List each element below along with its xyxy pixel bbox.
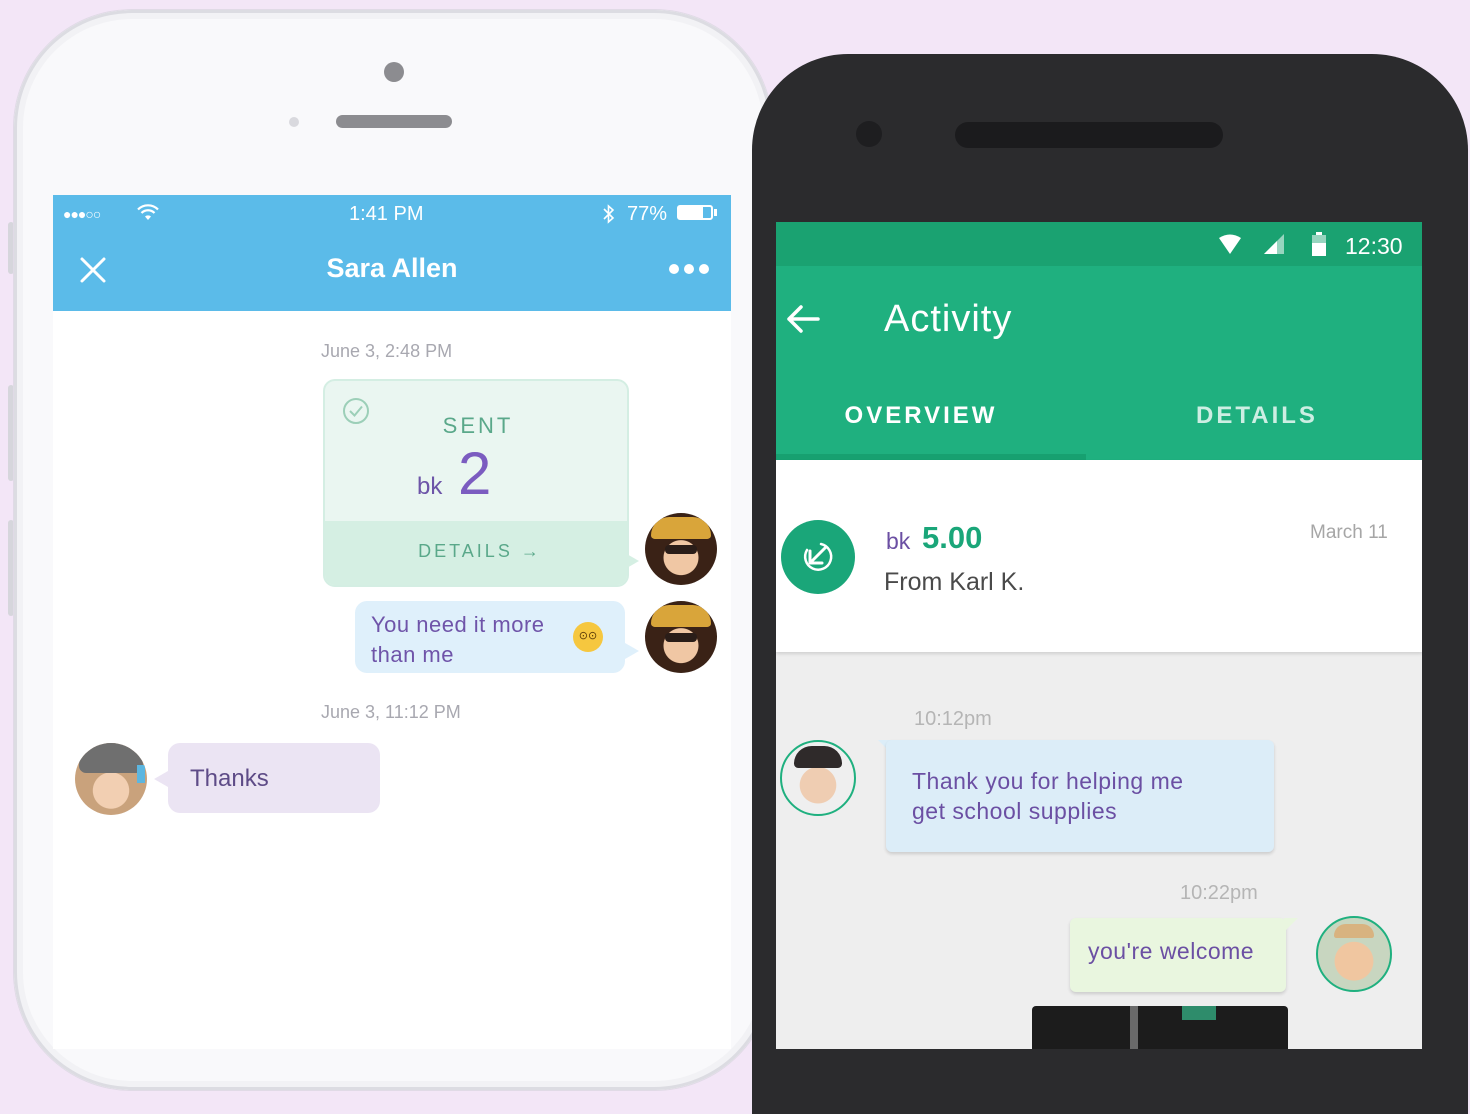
activity-title: Activity (884, 298, 1013, 340)
chat-timestamp: 10:22pm (1180, 882, 1258, 904)
android-camera (856, 121, 882, 147)
chat-bubble-sent: you're welcome (1070, 918, 1286, 992)
ios-battery-percent: 77% (627, 203, 668, 225)
sent-card-tail (625, 553, 639, 569)
reply-text: Thanks (190, 765, 269, 792)
ios-signal-indicator: ●●●○○ (63, 206, 101, 222)
android-app-bar: Activity OVERVIEW DETAILS (776, 266, 1422, 460)
sent-payment-card[interactable]: SENT bk 2 DETAILS → (323, 379, 629, 587)
android-activity-screen: 12:30 Activity OVERVIEW DETAILS bk 5.00 … (776, 222, 1422, 1049)
message-bubble: You need it more than me ⊙⊙ (355, 601, 625, 673)
sent-amount: 2 (458, 440, 492, 507)
tab-overview[interactable]: OVERVIEW (776, 402, 1066, 430)
iphone-camera (384, 62, 404, 82)
battery-icon (1312, 232, 1326, 256)
transaction-card[interactable]: bk 5.00 From Karl K. March 11 (776, 460, 1422, 652)
tab-details[interactable]: DETAILS (1112, 402, 1402, 430)
android-speaker (955, 122, 1223, 148)
battery-tip (714, 209, 717, 216)
cell-signal-icon (1264, 234, 1284, 254)
ios-chat-screen: ●●●○○ 1:41 PM 77% Sara Allen June 3, 2:4… (53, 195, 731, 1049)
android-status-time: 12:30 (1345, 233, 1403, 259)
chat-bubble-received: Thank you for helping me get school supp… (886, 740, 1274, 852)
transaction-from: From Karl K. (884, 568, 1025, 596)
message-text-line2: than me (371, 642, 454, 667)
details-link[interactable]: DETAILS → (325, 541, 627, 562)
chat-text-line1: Thank you for helping me (912, 768, 1184, 794)
photo-attachment[interactable] (1032, 1006, 1288, 1049)
avatar-recipient (75, 743, 147, 815)
message-text-line1: You need it more (371, 612, 545, 637)
battery-icon (677, 205, 713, 220)
reply-bubble: Thanks (168, 743, 380, 813)
chat-sent-text: you're welcome (1088, 938, 1255, 964)
transaction-amount: 5.00 (922, 520, 983, 555)
sent-status-label: SENT (442, 413, 514, 438)
wifi-icon (1219, 234, 1241, 254)
iphone-speaker (336, 115, 452, 128)
bluetooth-icon (603, 204, 615, 224)
received-payment-icon (781, 520, 855, 594)
arrow-down-left-icon (803, 542, 833, 571)
flushed-emoji-icon: ⊙⊙ (573, 622, 603, 652)
avatar-sender (645, 513, 717, 585)
chat-sent-tail (1284, 918, 1298, 932)
chat-timestamp: 10:12pm (914, 708, 992, 730)
reply-bubble-tail (154, 771, 168, 787)
avatar-karl (780, 740, 856, 816)
message-timestamp: June 3, 2:48 PM (321, 341, 453, 361)
currency-label: bk (417, 473, 443, 500)
wifi-icon (137, 204, 159, 220)
more-dots-icon[interactable] (668, 263, 710, 275)
sent-card-footer: DETAILS → (325, 521, 627, 585)
back-arrow-icon[interactable] (786, 304, 820, 334)
chat-contact-name: Sara Allen (326, 253, 458, 283)
message-bubble-tail (625, 643, 639, 659)
avatar-user (1316, 916, 1392, 992)
transaction-currency: bk (886, 528, 911, 554)
message-timestamp: June 3, 11:12 PM (321, 702, 461, 722)
iphone-sensor (289, 117, 299, 127)
avatar-sender (645, 601, 717, 673)
chat-text-line2: get school supplies (912, 798, 1118, 824)
android-status-bar: 12:30 (776, 222, 1422, 266)
ios-header: ●●●○○ 1:41 PM 77% Sara Allen (53, 195, 731, 311)
transaction-date: March 11 (1310, 522, 1388, 543)
ios-status-time: 1:41 PM (349, 203, 424, 225)
